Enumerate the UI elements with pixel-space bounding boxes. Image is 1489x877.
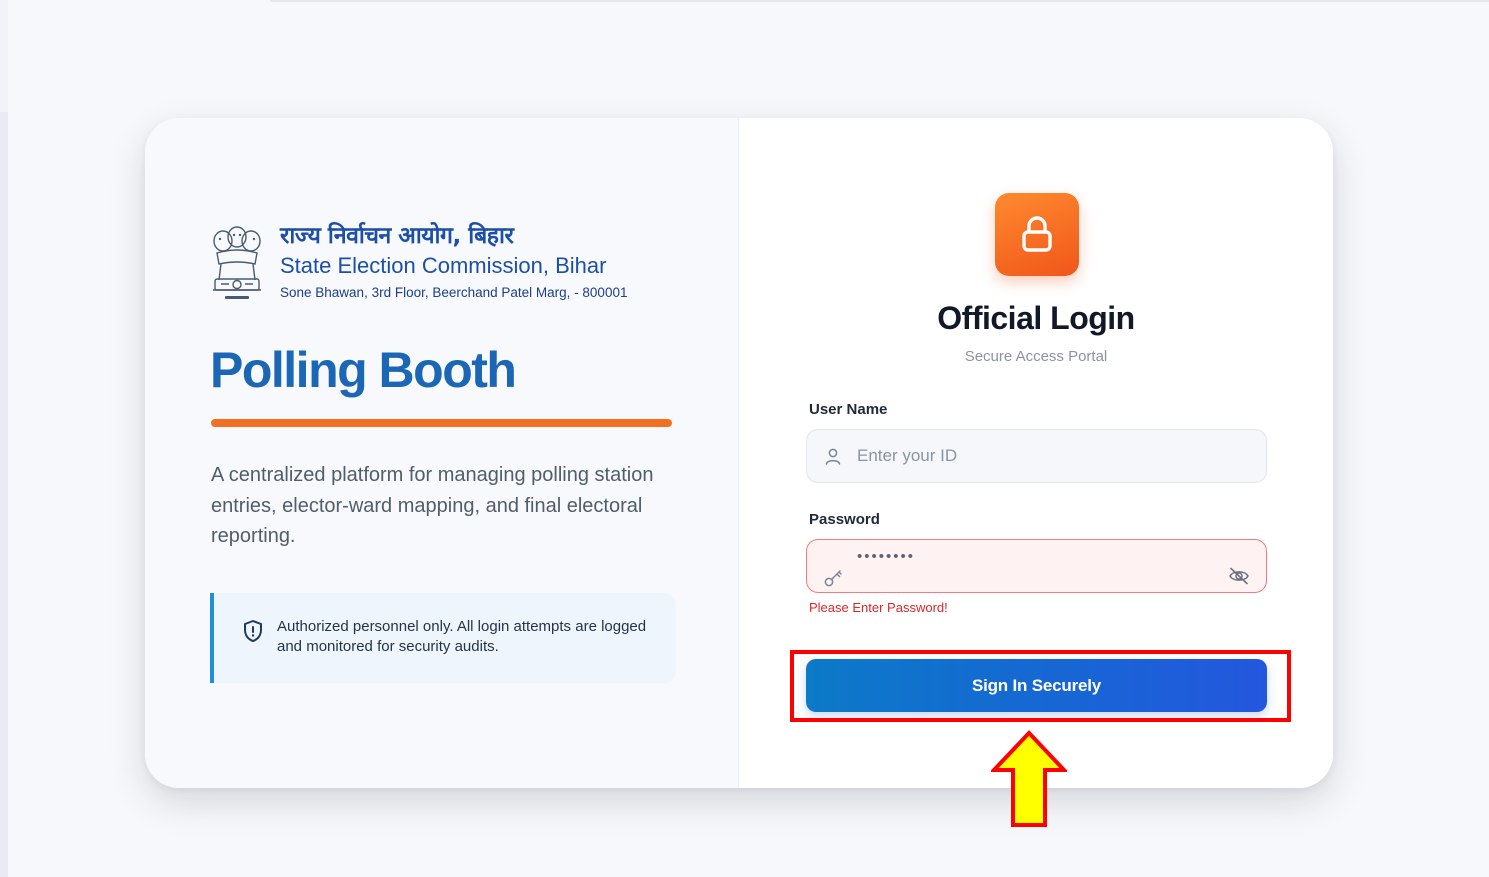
password-error-message: Please Enter Password! (809, 600, 948, 615)
username-label: User Name (809, 401, 888, 418)
title-underline (211, 419, 672, 427)
ashoka-emblem-icon (213, 226, 261, 299)
commission-header: राज्य निर्वाचन आयोग, बिहार State Electio… (280, 222, 627, 302)
arrow-up-icon (991, 730, 1067, 827)
username-field[interactable] (806, 429, 1267, 483)
eye-off-icon[interactable] (1228, 567, 1250, 585)
highlight-annotation-box (790, 650, 1291, 722)
username-input[interactable] (857, 430, 1217, 482)
shield-alert-icon (244, 620, 262, 642)
lock-icon (1022, 216, 1052, 252)
key-icon (824, 570, 842, 587)
security-notice-text: Authorized personnel only. All login att… (277, 618, 647, 655)
login-subtitle: Secure Access Portal (964, 348, 1108, 365)
commission-name-english: State Election Commission, Bihar (280, 253, 607, 278)
password-label: Password (809, 511, 880, 528)
commission-address: Sone Bhawan, 3rd Floor, Beerchand Patel … (280, 285, 628, 300)
login-title: Official Login (937, 300, 1135, 336)
window-edge-strip (0, 112, 8, 877)
lock-badge (995, 193, 1079, 276)
user-icon (825, 448, 841, 465)
info-panel: राज्य निर्वाचन आयोग, बिहार State Electio… (145, 118, 739, 788)
top-divider (270, 0, 1489, 2)
commission-name-hindi: राज्य निर्वाचन आयोग, बिहार (280, 223, 514, 249)
window-edge (0, 0, 8, 112)
page-title: Polling Booth (210, 342, 517, 398)
password-input[interactable] (857, 530, 1217, 582)
platform-description: A centralized platform for managing poll… (211, 464, 654, 547)
password-field[interactable] (806, 530, 1267, 593)
security-notice: Authorized personnel only. All login att… (210, 593, 676, 683)
